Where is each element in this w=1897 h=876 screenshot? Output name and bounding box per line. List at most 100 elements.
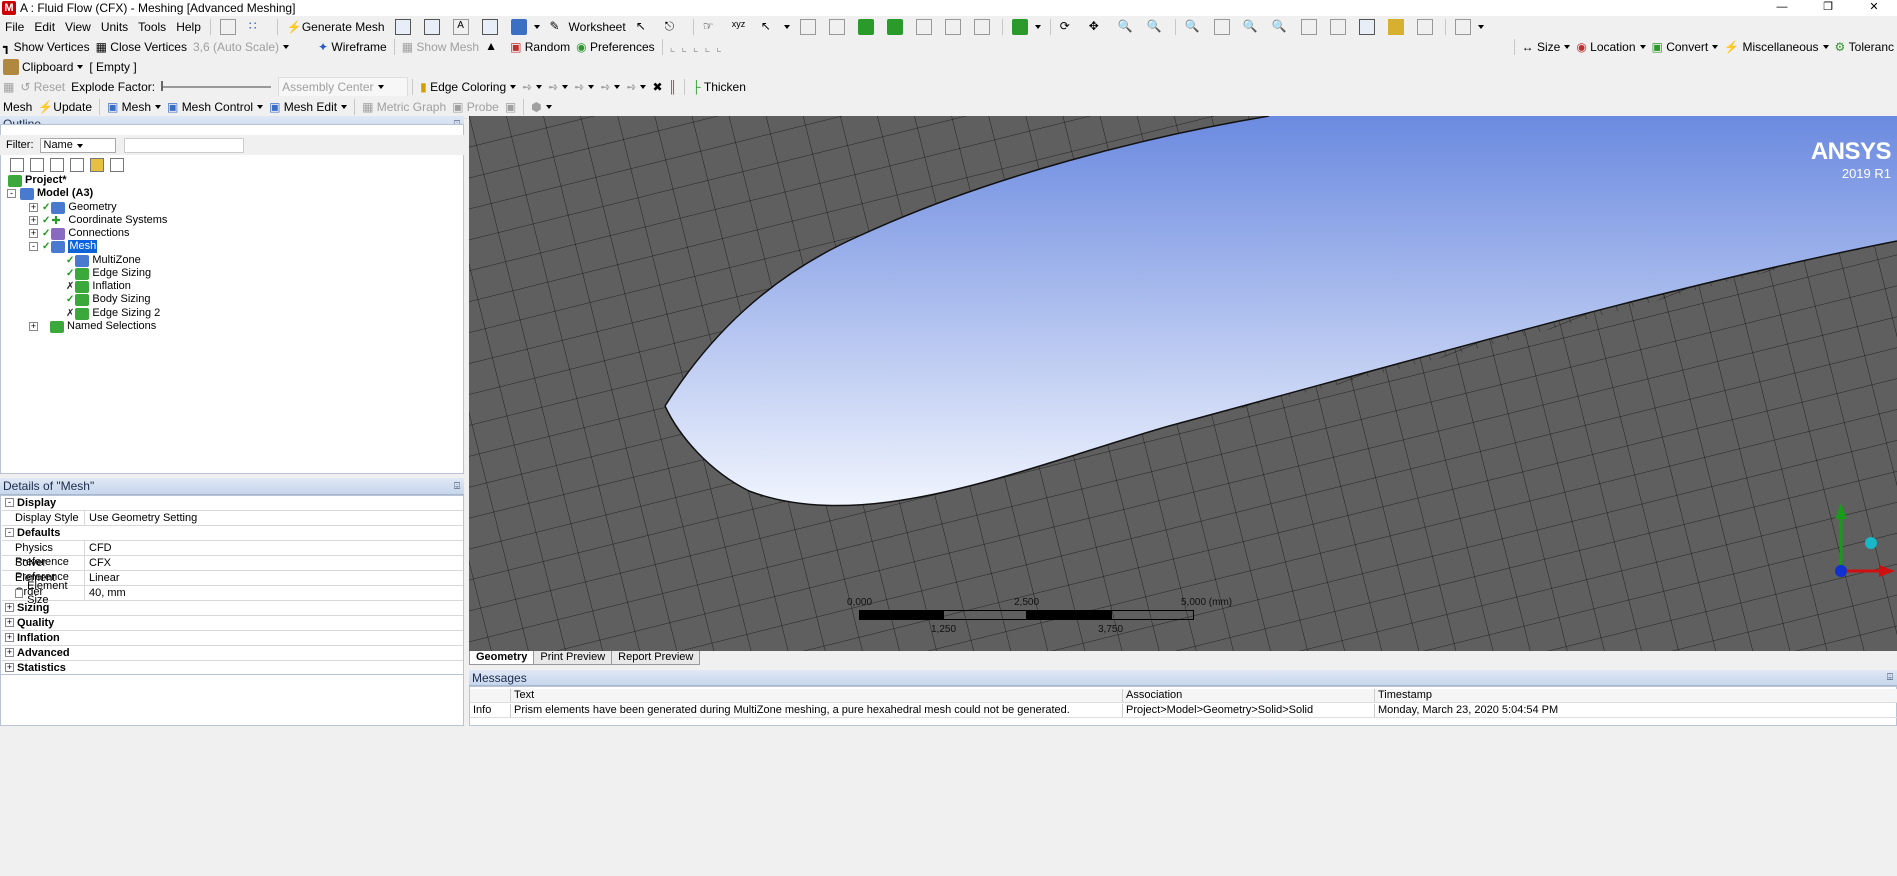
preview-icon[interactable] xyxy=(390,17,419,37)
tree-node-body-sizing[interactable]: ✓ Body Sizing xyxy=(66,293,150,306)
select-type-dropdown[interactable]: ↖ xyxy=(756,17,795,37)
details-category-defaults[interactable]: - Defaults xyxy=(2,526,463,541)
random-button[interactable]: ▣ Random xyxy=(507,37,573,57)
tab-print-preview[interactable]: Print Preview xyxy=(533,651,613,665)
edge-style-5-icon[interactable]: ➺ xyxy=(623,77,649,97)
wireframe-button[interactable]: ✦ Wireframe xyxy=(315,37,390,57)
assembly-center-select[interactable]: Assembly Center xyxy=(278,77,409,97)
tree-node-named-selections[interactable]: + Named Selections xyxy=(29,320,156,333)
generate-mesh-button[interactable]: ⚡ Generate Mesh xyxy=(282,17,390,37)
detail-value[interactable]: CFD xyxy=(85,541,112,555)
zoom-icon[interactable]: 🔍 xyxy=(1113,17,1142,37)
detail-value[interactable]: Linear xyxy=(85,571,120,585)
tree-node-edge-sizing-2[interactable]: ✗ Edge Sizing 2 xyxy=(66,307,160,320)
expand-icon[interactable]: + xyxy=(5,603,14,612)
expand-all-icon[interactable] xyxy=(70,157,84,172)
mesh-edit-dropdown[interactable]: ▣ Mesh Edit xyxy=(266,97,350,117)
edge-style-2-icon[interactable]: ➺ xyxy=(545,77,571,97)
collapse-icon[interactable]: - xyxy=(5,528,14,537)
edge-coloring-dropdown[interactable]: ▮ Edge Coloring xyxy=(417,77,519,97)
message-row[interactable]: Info Prism elements have been generated … xyxy=(470,704,1897,718)
collapse-icon[interactable]: - xyxy=(5,498,14,507)
random-colors-icon[interactable]: ▲ xyxy=(482,37,507,57)
worksheet-button[interactable]: ✎ Worksheet xyxy=(545,17,631,37)
tab-report-preview[interactable]: Report Preview xyxy=(611,651,701,665)
pan-icon[interactable]: ✥ xyxy=(1084,17,1113,37)
details-category-advanced[interactable]: + Advanced xyxy=(2,646,463,661)
messages-pin-icon[interactable]: ⌹ xyxy=(1887,670,1893,686)
detail-row-display-style[interactable]: Display Style Use Geometry Setting xyxy=(2,511,463,526)
filter-select[interactable]: Name xyxy=(39,137,116,153)
tree-node-model[interactable]: - Model (A3) xyxy=(7,187,93,200)
show-mesh-button[interactable]: ▦ Show Mesh xyxy=(399,37,482,57)
detail-value[interactable]: 40, mm xyxy=(85,586,126,600)
camera-dropdown[interactable] xyxy=(506,17,545,37)
tree-expand-icon[interactable]: ∷ xyxy=(244,17,273,37)
detail-row-solver-preference[interactable]: Solver Preference CFX xyxy=(2,556,463,583)
chart-icon[interactable] xyxy=(419,17,448,37)
edge-display-2-icon[interactable]: ⌞ xyxy=(678,37,690,57)
mesh-control-dropdown[interactable]: ▣ Mesh Control xyxy=(164,97,266,117)
axis-triad-icon[interactable] xyxy=(1823,501,1895,591)
menu-file[interactable]: File xyxy=(0,17,29,37)
select-face-icon[interactable] xyxy=(853,17,882,37)
folder-icon[interactable] xyxy=(90,157,104,172)
probe-button[interactable]: ▣ Probe xyxy=(449,97,502,117)
print-icon[interactable] xyxy=(1412,17,1441,37)
col-association[interactable]: Association xyxy=(1123,689,1375,702)
pin-icon[interactable]: ✖ xyxy=(649,77,665,97)
expand-connections-icon[interactable]: + xyxy=(29,229,38,238)
select-vertex-icon[interactable] xyxy=(795,17,824,37)
expand-icon[interactable]: + xyxy=(5,633,14,642)
parameter-checkbox[interactable] xyxy=(15,588,24,598)
reset-button[interactable]: ↺ Reset xyxy=(17,77,68,97)
close-window-button[interactable]: ✕ xyxy=(1851,0,1897,16)
sort-icon[interactable] xyxy=(110,157,124,172)
mesh-view[interactable] xyxy=(469,116,1897,651)
details-category-sizing[interactable]: + Sizing xyxy=(2,601,463,616)
view-forward-icon[interactable] xyxy=(1325,17,1354,37)
details-category-quality[interactable]: + Quality xyxy=(2,616,463,631)
edge-style-3-icon[interactable]: ➺ xyxy=(571,77,597,97)
viewport-layout-dropdown[interactable] xyxy=(1450,17,1489,37)
zoom-box-icon[interactable] xyxy=(1209,17,1238,37)
edge-display-1-icon[interactable]: ⌞ xyxy=(667,37,679,57)
edge-display-5-icon[interactable]: ⌞ xyxy=(713,37,725,57)
graphics-viewport[interactable]: ANSYS 2019 R1 0,000 2,500 5,000 (mm) 1,2… xyxy=(469,116,1897,651)
metric-graph-button[interactable]: ▦ Metric Graph xyxy=(359,97,449,117)
expand-coordinate-systems-icon[interactable]: + xyxy=(29,216,38,225)
zoom-to-fit-icon[interactable]: 🔍 xyxy=(1180,17,1209,37)
expand-geometry-icon[interactable]: + xyxy=(29,203,38,212)
details-pin-icon[interactable]: ⌹ xyxy=(454,478,460,495)
expand-icon[interactable]: + xyxy=(5,648,14,657)
filter-input[interactable] xyxy=(123,137,244,153)
edge-style-1-icon[interactable]: ➺ xyxy=(519,77,545,97)
select-cursor-icon[interactable]: ↖ xyxy=(631,17,660,37)
explode-factor-slider[interactable] xyxy=(158,77,278,97)
details-category-inflation[interactable]: + Inflation xyxy=(2,631,463,646)
col-text[interactable]: Text xyxy=(511,689,1123,702)
select-mode-icon[interactable]: ☞ xyxy=(698,17,727,37)
collapse-mesh-icon[interactable]: - xyxy=(29,242,38,251)
probe-option-icon[interactable]: ▣ xyxy=(502,97,519,117)
menu-edit[interactable]: Edit xyxy=(29,17,60,37)
display-mode-dropdown[interactable]: ⬢ xyxy=(528,97,554,117)
detail-row-physics-preference[interactable]: Physics Preference CFD xyxy=(2,541,463,568)
thicken-button[interactable]: ├ Thicken xyxy=(689,77,749,97)
tolerance-dropdown[interactable]: ⚙ Toleranc xyxy=(1832,37,1897,57)
expand-named-selections-icon[interactable]: + xyxy=(29,322,38,331)
magnifier-icon[interactable] xyxy=(1354,17,1383,37)
preferences-button[interactable]: ◉ Preferences xyxy=(573,37,658,57)
collapse-model-icon[interactable]: - xyxy=(7,189,16,198)
expand-icon[interactable]: + xyxy=(5,663,14,672)
thickness-icon[interactable]: ║ xyxy=(666,77,681,97)
menu-view[interactable]: View xyxy=(60,17,96,37)
select-element-face-icon[interactable] xyxy=(940,17,969,37)
tree-node-edge-sizing[interactable]: ✓ Edge Sizing xyxy=(66,267,151,280)
image-icon[interactable] xyxy=(477,17,506,37)
size-dropdown[interactable]: ↔ Size xyxy=(1519,37,1574,57)
miscellaneous-dropdown[interactable]: ⚡ Miscellaneous xyxy=(1721,37,1831,57)
explode-icon[interactable]: ▦ xyxy=(0,77,17,97)
filter-tree-icon[interactable] xyxy=(50,157,64,172)
edge-display-3-icon[interactable]: ⌞ xyxy=(690,37,702,57)
